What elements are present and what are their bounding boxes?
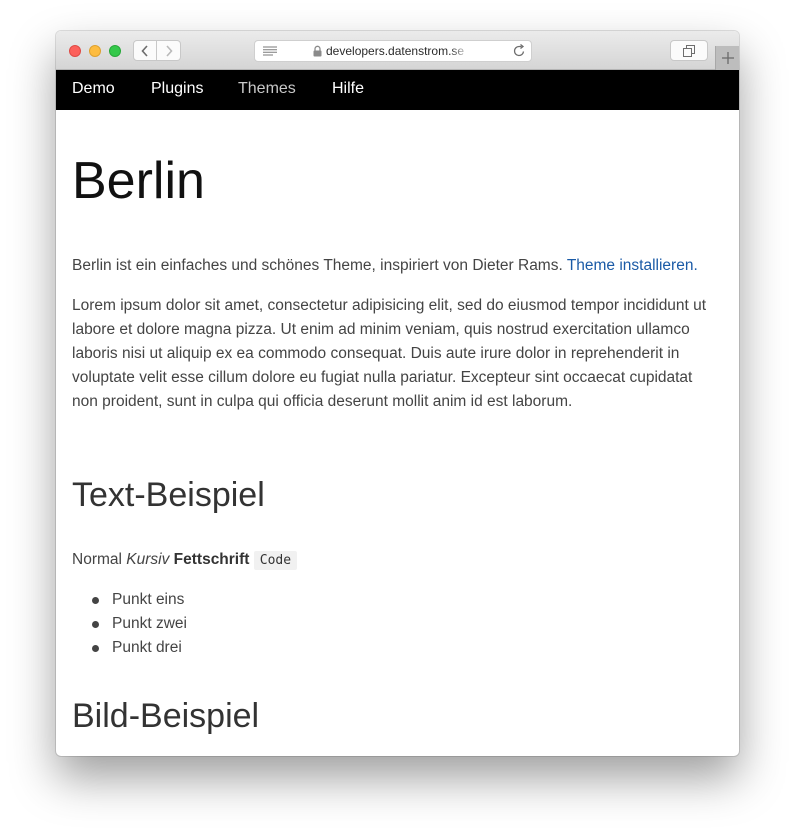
theme-install-link[interactable]: Theme installieren. — [567, 257, 698, 274]
back-button[interactable] — [133, 40, 157, 61]
back-arrow-icon — [141, 44, 148, 57]
reader-icon[interactable] — [263, 46, 277, 56]
site-navigation: Demo Plugins Themes Hilfe — [56, 70, 739, 110]
browser-window: developers.datenstrom.se Demo Plugins Th… — [56, 31, 739, 756]
nav-item-demo[interactable]: Demo — [72, 80, 115, 98]
address-bar[interactable]: developers.datenstrom.se — [254, 40, 532, 62]
reload-icon[interactable] — [512, 44, 526, 58]
list-item: Punkt drei — [92, 636, 187, 660]
url-text: developers.datenstrom.se — [326, 44, 465, 58]
plus-icon — [721, 52, 734, 64]
bold-text: Fettschrift — [173, 551, 250, 568]
intro-paragraph: Berlin ist ein einfaches und schönes The… — [72, 254, 732, 278]
lock-icon — [313, 45, 322, 57]
bullet-list: Punkt eins Punkt zwei Punkt drei — [72, 588, 187, 660]
zoom-window-button[interactable] — [109, 45, 121, 57]
list-item: Punkt zwei — [92, 612, 187, 636]
intro-text: Berlin ist ein einfaches und schönes The… — [72, 257, 563, 274]
text-example-heading: Text-Beispiel — [72, 476, 265, 514]
tabs-overview-icon — [683, 44, 695, 57]
list-item: Punkt eins — [92, 588, 187, 612]
page-title: Berlin — [72, 152, 205, 210]
tabs-overview-button[interactable] — [670, 40, 708, 61]
italic-text: Kursiv — [126, 551, 170, 568]
new-tab-button[interactable] — [715, 46, 739, 70]
nav-item-hilfe[interactable]: Hilfe — [332, 80, 364, 98]
forward-button[interactable] — [157, 40, 181, 61]
text-sample-line: Normal Kursiv Fettschrift Code — [72, 548, 298, 573]
nav-item-plugins[interactable]: Plugins — [151, 80, 203, 98]
image-example-heading: Bild-Beispiel — [72, 697, 260, 735]
forward-arrow-icon — [165, 44, 173, 57]
close-window-button[interactable] — [69, 45, 81, 57]
lorem-paragraph: Lorem ipsum dolor sit amet, consectetur … — [72, 297, 707, 410]
nav-item-themes[interactable]: Themes — [238, 80, 296, 98]
browser-toolbar: developers.datenstrom.se — [56, 31, 739, 70]
minimize-window-button[interactable] — [89, 45, 101, 57]
normal-text: Normal — [72, 551, 122, 568]
code-text: Code — [253, 551, 298, 570]
